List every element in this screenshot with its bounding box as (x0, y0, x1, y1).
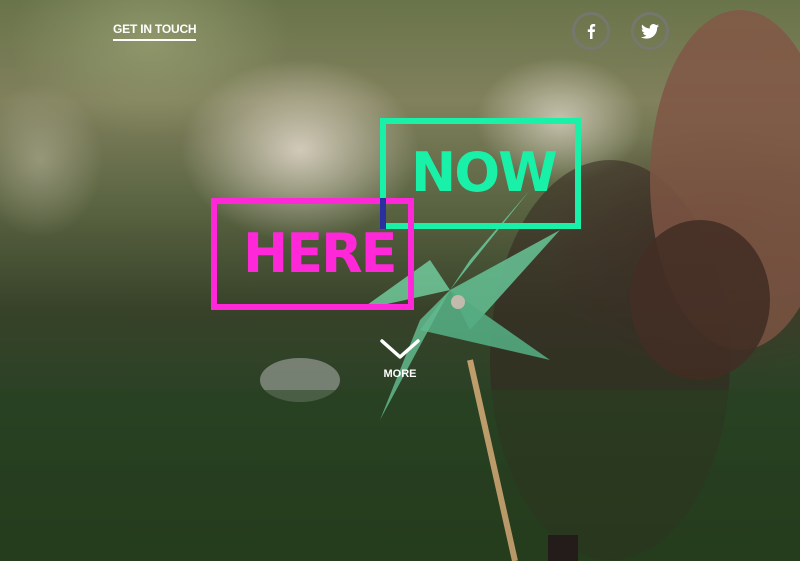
headline-now: NOW (411, 141, 558, 204)
twitter-icon (641, 23, 659, 39)
hero-section: GET IN TOUCH NOW HERE MORE (0, 0, 800, 561)
twitter-button[interactable] (631, 12, 669, 50)
chevron-down-icon (380, 339, 420, 359)
more-button[interactable]: MORE (375, 338, 425, 380)
facebook-button[interactable] (572, 12, 610, 50)
facebook-icon (587, 24, 596, 39)
headline-here: HERE (243, 222, 398, 285)
more-label: MORE (383, 368, 417, 380)
get-in-touch-link[interactable]: GET IN TOUCH (113, 22, 197, 41)
